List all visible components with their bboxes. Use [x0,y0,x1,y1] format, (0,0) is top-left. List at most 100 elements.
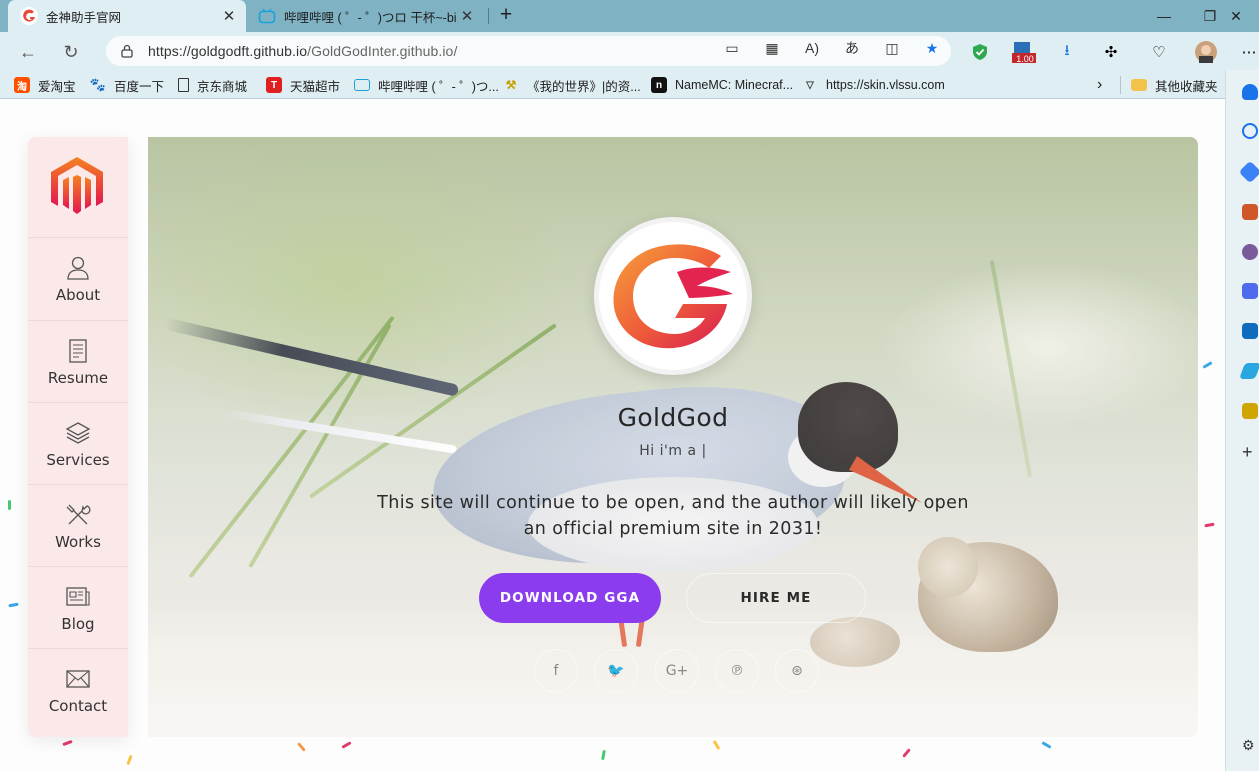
extensions-puzzle-icon[interactable]: ✣ [1100,41,1122,63]
speed-extension-icon[interactable]: 1.00 [1011,41,1037,64]
confetti-decoration [126,754,133,766]
close-window-icon[interactable]: ✕ [1213,0,1259,32]
goldgod-favicon-icon [20,7,38,25]
nav-label: Works [55,532,101,551]
mcmod-icon[interactable] [1242,403,1258,419]
tools-icon [66,504,91,524]
site-logo[interactable] [49,155,105,217]
nav-item-blog[interactable]: Blog [28,567,128,649]
nav-item-about[interactable]: About [28,238,128,320]
typed-intro: Hi i'm a | [639,443,707,459]
nav-item-contact[interactable]: Contact [28,649,128,731]
bookmark-label: 爱淘宝 [38,79,76,94]
tab-separator [488,8,489,24]
skin-icon: ▽ [806,79,814,91]
split-screen-icon[interactable]: ◫ [872,39,912,57]
search-icon[interactable] [1242,123,1258,139]
back-icon[interactable]: ← [15,39,41,65]
nav-label: Resume [47,368,109,387]
outlook-icon[interactable] [1242,323,1258,339]
nav-item-services[interactable]: Services [28,403,128,485]
mcmod-icon: ⚒ [505,78,517,92]
confetti-decoration [62,739,73,747]
confetti-decoration [297,742,306,752]
close-tab-icon[interactable]: ✕ [456,5,478,27]
browser-essentials-icon[interactable]: ♡ [1148,41,1170,63]
url-path: /GoldGodInter.github.io/ [307,43,458,59]
bookmark-label: 天猫超市 [290,79,341,94]
shopping-tag-icon[interactable] [1238,160,1259,184]
download-gga-button[interactable]: DOWNLOAD GGA [479,573,661,623]
close-tab-icon[interactable]: ✕ [218,5,240,27]
new-tab-icon[interactable]: + [494,4,518,28]
confetti-decoration [601,749,606,761]
bookmark-item[interactable]: 京东商城 [178,75,247,95]
bookmark-label: https://skin.vlssu.com [826,78,945,92]
tab-bilibili[interactable]: 哔哩哔哩 ( ゜- ゜)つロ 干杯~-bilibili ✕ [250,0,484,32]
more-bookmarks-chevron-icon[interactable]: › [1097,75,1102,95]
nav-item-works[interactable]: Works [28,485,128,567]
more-options-icon[interactable]: ⋯ [1238,41,1259,63]
bell-icon[interactable] [1242,84,1258,100]
nav-item-resume[interactable]: Resume [28,321,128,403]
twitter-icon[interactable]: 🐦 [594,649,638,693]
confetti-decoration [1041,741,1052,749]
nav-label: Blog [61,614,95,633]
shield-extension-icon[interactable] [969,41,991,63]
extension-badge: 1.00 [1016,54,1034,64]
bookmark-label: 其他收藏夹 [1155,79,1218,94]
telegram-icon[interactable] [1239,363,1259,379]
nav-label: Contact [48,696,108,715]
translate-icon[interactable]: あ [832,39,872,57]
bookmarks-bar: 淘 爱淘宝 🐾 百度一下 京东商城 T 天猫超市 哔哩哔哩 ( ゜- ゜)つ..… [0,70,1259,99]
people-icon[interactable] [1242,244,1258,260]
bookmark-item[interactable]: 🐾 百度一下 [90,75,164,95]
profile-avatar[interactable] [1195,41,1217,63]
confetti-decoration [712,739,721,751]
taobao-icon: 淘 [14,77,30,93]
bilibili-icon [258,7,276,25]
favorite-star-icon[interactable]: ★ [912,39,952,57]
pinterest-icon[interactable]: ℗ [715,649,759,693]
other-bookmarks-folder[interactable]: 其他收藏夹 [1131,75,1218,95]
bookmark-label: 百度一下 [114,79,165,94]
document-icon [69,338,87,363]
hero-section: GoldGod Hi i'm a | This site will contin… [148,137,1198,737]
add-sidebar-app-icon[interactable]: + [1242,443,1258,461]
bookmark-item[interactable]: T 天猫超市 [266,75,340,95]
folder-icon [1131,79,1147,91]
facebook-icon[interactable]: f [534,649,578,693]
goldgod-logo-icon [613,244,733,349]
newspaper-icon [66,586,90,606]
lock-icon [121,44,133,58]
tab-goldgod[interactable]: 金神助手官网 ✕ [8,0,246,32]
refresh-icon[interactable]: ↻ [58,39,84,65]
app-available-icon[interactable]: ▭ [712,39,752,57]
bookmark-divider [1120,76,1121,94]
office-icon[interactable] [1242,283,1258,299]
namemc-icon: n [651,77,667,93]
url-host: https://goldgodft.github.io [148,43,308,59]
bookmark-item[interactable]: 哔哩哔哩 ( ゜- ゜)つ... [354,75,499,95]
bookmark-label: 哔哩哔哩 ( ゜- ゜)つ... [378,79,499,94]
profile-avatar-logo [594,217,752,375]
toolbar: ← ↻ https://goldgodft.github.io/GoldGodI… [0,32,1259,70]
dribbble-icon[interactable]: ⊛ [775,649,819,693]
google-plus-icon[interactable]: G+ [655,649,699,693]
bookmark-label: 《我的世界》|的资... [527,79,641,94]
bookmark-item[interactable]: ▽ https://skin.vlssu.com [802,75,945,95]
bookmark-item[interactable]: 淘 爱淘宝 [14,75,76,95]
settings-gear-icon[interactable]: ⚙ [1242,738,1258,754]
toolbox-icon[interactable] [1242,204,1258,220]
hero-description: This site will continue to be open, and … [377,493,969,539]
hire-me-button[interactable]: HIRE ME [686,573,866,623]
read-aloud-icon[interactable]: A) [792,39,832,57]
download-icon[interactable]: ⭳ [1056,41,1078,63]
minimize-icon[interactable]: — [1141,0,1187,32]
qr-code-icon[interactable]: ▦ [752,39,792,57]
bookmark-item[interactable]: n NameMC: Minecraf... [651,75,793,95]
bookmark-item[interactable]: ⚒ 《我的世界》|的资... [503,75,641,95]
hero-name: GoldGod [617,403,729,432]
tmall-icon: T [266,77,282,93]
side-navigation: About Resume Services Works Blog Contact [28,137,128,737]
